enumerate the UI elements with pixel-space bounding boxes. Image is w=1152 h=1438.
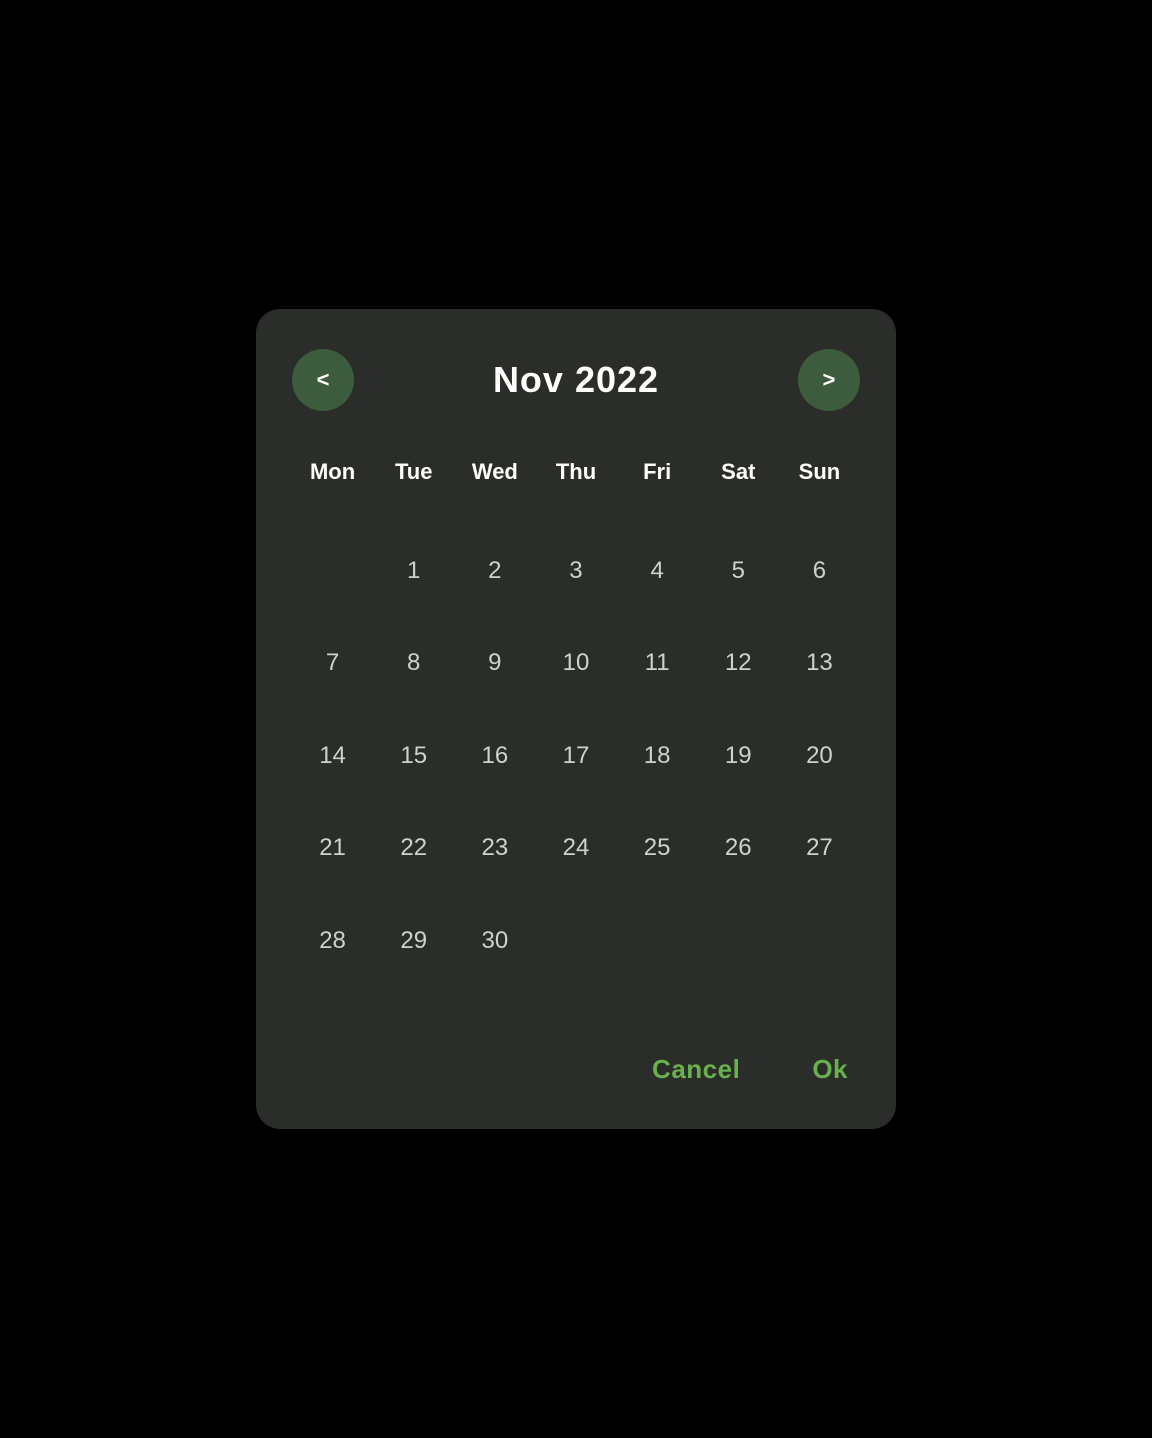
day-cell[interactable]: 13 [792, 636, 846, 690]
ok-button[interactable]: Ok [800, 1046, 860, 1093]
day-cell [630, 914, 684, 968]
day-cell[interactable]: 23 [468, 821, 522, 875]
prev-month-button[interactable]: < [292, 349, 354, 411]
calendar-footer: Cancel Ok [292, 1030, 860, 1093]
day-cell[interactable]: 1 [387, 544, 441, 598]
day-cell[interactable]: 7 [306, 636, 360, 690]
day-cell[interactable]: 27 [792, 821, 846, 875]
day-header-mon: Mon [292, 447, 373, 536]
cancel-button[interactable]: Cancel [640, 1046, 752, 1093]
day-cell[interactable]: 6 [792, 544, 846, 598]
day-cell [711, 914, 765, 968]
day-cell[interactable]: 3 [549, 544, 603, 598]
day-cell[interactable]: 8 [387, 636, 441, 690]
day-header-thu: Thu [535, 447, 616, 536]
day-cell[interactable]: 25 [630, 821, 684, 875]
day-header-wed: Wed [454, 447, 535, 536]
day-cell[interactable]: 28 [306, 914, 360, 968]
day-cell[interactable]: 11 [630, 636, 684, 690]
month-year-title: Nov 2022 [493, 359, 659, 401]
day-cell [549, 914, 603, 968]
day-cell[interactable]: 17 [549, 729, 603, 783]
day-cell[interactable]: 30 [468, 914, 522, 968]
calendar-grid: Mon Tue Wed Thu Fri Sat Sun 1 2 3 4 5 6 … [292, 447, 860, 998]
day-cell[interactable]: 12 [711, 636, 765, 690]
day-cell[interactable]: 10 [549, 636, 603, 690]
day-cell[interactable]: 5 [711, 544, 765, 598]
day-cell[interactable]: 14 [306, 729, 360, 783]
day-cell[interactable]: 20 [792, 729, 846, 783]
day-header-tue: Tue [373, 447, 454, 536]
next-month-button[interactable]: > [798, 349, 860, 411]
day-cell[interactable]: 21 [306, 821, 360, 875]
day-cell [306, 544, 360, 598]
day-cell[interactable]: 24 [549, 821, 603, 875]
day-cell [792, 914, 846, 968]
day-cell[interactable]: 15 [387, 729, 441, 783]
day-cell[interactable]: 2 [468, 544, 522, 598]
day-cell[interactable]: 19 [711, 729, 765, 783]
day-cell[interactable]: 22 [387, 821, 441, 875]
day-cell[interactable]: 26 [711, 821, 765, 875]
day-header-sun: Sun [779, 447, 860, 536]
day-cell[interactable]: 4 [630, 544, 684, 598]
day-cell[interactable]: 16 [468, 729, 522, 783]
day-header-sat: Sat [698, 447, 779, 536]
day-cell[interactable]: 29 [387, 914, 441, 968]
calendar-dialog: < Nov 2022 > Mon Tue Wed Thu Fri Sat Sun… [256, 309, 896, 1129]
calendar-header: < Nov 2022 > [292, 349, 860, 411]
day-cell[interactable]: 18 [630, 729, 684, 783]
day-cell[interactable]: 9 [468, 636, 522, 690]
day-header-fri: Fri [617, 447, 698, 536]
